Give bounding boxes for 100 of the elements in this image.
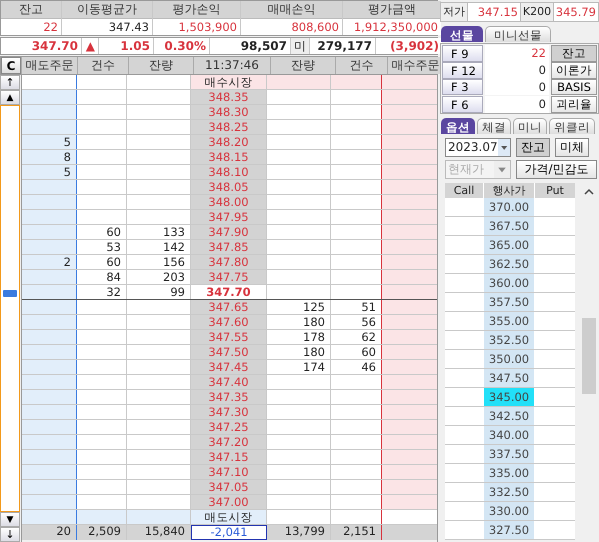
table-cell[interactable] <box>382 270 437 284</box>
table-cell[interactable] <box>22 330 77 344</box>
table-cell[interactable] <box>382 390 437 404</box>
scroll-thumb[interactable] <box>582 318 596 394</box>
table-cell[interactable]: 5 <box>22 165 77 179</box>
table-cell[interactable] <box>22 390 77 404</box>
month-select[interactable]: 2023.07 <box>445 138 511 157</box>
strike-cell[interactable]: 357.50 <box>484 293 534 311</box>
table-cell[interactable] <box>22 225 77 239</box>
table-cell[interactable] <box>382 315 437 329</box>
table-cell[interactable] <box>22 90 77 104</box>
scroll-up-icon[interactable] <box>584 188 594 196</box>
strike-cell[interactable]: 327.50 <box>484 521 534 539</box>
position-marker-icon[interactable] <box>3 290 17 297</box>
table-cell[interactable] <box>22 450 77 464</box>
table-cell[interactable] <box>382 360 437 374</box>
table-cell[interactable] <box>382 435 437 449</box>
table-cell[interactable] <box>22 375 77 389</box>
table-cell[interactable] <box>382 105 437 119</box>
table-cell[interactable] <box>22 360 77 374</box>
table-cell[interactable] <box>382 285 437 299</box>
table-cell[interactable] <box>22 405 77 419</box>
table-cell[interactable] <box>22 195 77 209</box>
table-cell[interactable] <box>382 90 437 104</box>
table-cell[interactable] <box>382 330 437 344</box>
options-tab[interactable]: 옵션 <box>441 118 475 134</box>
price-cell[interactable]: 매도시장 <box>191 510 267 524</box>
futures-tab[interactable]: 미니선물 <box>485 26 551 42</box>
strike-cell[interactable]: 350.00 <box>484 350 534 368</box>
table-cell[interactable] <box>382 375 437 389</box>
table-cell[interactable] <box>382 195 437 209</box>
options-tab[interactable]: 체결 <box>477 118 511 134</box>
strike-cell[interactable]: 360.00 <box>484 274 534 292</box>
strike-cell[interactable]: 340.00 <box>484 426 534 444</box>
balance-button[interactable]: 잔고 <box>516 138 550 157</box>
contract-button[interactable]: F 12 <box>442 62 483 79</box>
price-cell[interactable]: 347.70 <box>191 285 267 299</box>
strike-cell[interactable]: 335.00 <box>484 464 534 482</box>
table-cell[interactable] <box>382 300 437 314</box>
options-tab[interactable]: 위클리 <box>549 118 595 134</box>
contract-button[interactable]: F 6 <box>442 96 483 113</box>
table-cell[interactable] <box>22 420 77 434</box>
contract-button[interactable]: F 9 <box>442 45 483 62</box>
sensitivity-button[interactable]: 가격/민감도 <box>516 160 597 179</box>
table-cell[interactable] <box>382 75 437 89</box>
page-up-button[interactable]: ↑ <box>0 75 20 90</box>
table-cell[interactable] <box>382 465 437 479</box>
table-cell[interactable] <box>382 345 437 359</box>
table-cell[interactable]: 8 <box>22 150 77 164</box>
table-cell[interactable] <box>22 480 77 494</box>
strike-cell[interactable]: 347.50 <box>484 369 534 387</box>
table-cell[interactable] <box>382 450 437 464</box>
table-cell[interactable] <box>22 105 77 119</box>
table-cell[interactable] <box>22 510 77 524</box>
table-cell[interactable] <box>382 135 437 149</box>
strike-cell[interactable]: 332.50 <box>484 483 534 501</box>
table-cell[interactable] <box>382 405 437 419</box>
view-button[interactable]: 이론가 <box>551 62 597 79</box>
table-cell[interactable] <box>382 420 437 434</box>
table-cell[interactable] <box>22 240 77 254</box>
contract-button[interactable]: F 3 <box>442 79 483 95</box>
table-cell[interactable] <box>382 480 437 494</box>
strike-cell[interactable]: 362.50 <box>484 255 534 273</box>
table-cell[interactable] <box>382 240 437 254</box>
price-cell[interactable]: 매수시장 <box>191 75 267 89</box>
table-cell[interactable] <box>382 495 437 509</box>
strike-cell[interactable]: 355.00 <box>484 312 534 330</box>
table-cell[interactable] <box>382 180 437 194</box>
table-cell[interactable] <box>22 210 77 224</box>
table-cell[interactable] <box>22 435 77 449</box>
table-cell[interactable] <box>22 465 77 479</box>
futures-tab[interactable]: 선물 <box>441 26 483 42</box>
strike-cell[interactable]: 345.00 <box>484 388 534 406</box>
table-cell[interactable] <box>382 150 437 164</box>
table-cell[interactable] <box>382 120 437 134</box>
table-cell[interactable] <box>22 75 77 89</box>
table-cell[interactable]: 5 <box>22 135 77 149</box>
table-cell[interactable] <box>382 510 437 524</box>
table-cell[interactable] <box>22 270 77 284</box>
strike-cell[interactable]: 367.50 <box>484 217 534 235</box>
table-cell[interactable] <box>22 120 77 134</box>
table-cell[interactable] <box>22 495 77 509</box>
strike-cell[interactable]: 337.50 <box>484 445 534 463</box>
strike-cell[interactable]: 352.50 <box>484 331 534 349</box>
scroll-up-button[interactable]: ▲ <box>0 90 20 105</box>
table-cell[interactable] <box>22 300 77 314</box>
table-cell[interactable] <box>22 345 77 359</box>
strike-cell[interactable]: 370.00 <box>484 198 534 216</box>
view-button[interactable]: 잔고 <box>551 45 597 62</box>
table-cell[interactable] <box>22 315 77 329</box>
unfilled-button[interactable]: 미체 <box>555 138 589 157</box>
view-button[interactable]: 괴리율 <box>551 96 597 113</box>
table-cell[interactable] <box>382 165 437 179</box>
scroll-down-button[interactable]: ▼ <box>0 512 20 527</box>
strike-cell[interactable]: 342.50 <box>484 407 534 425</box>
view-button[interactable]: BASIS <box>551 79 597 95</box>
table-cell[interactable] <box>382 225 437 239</box>
clear-button[interactable]: C <box>1 57 21 74</box>
table-cell[interactable] <box>382 210 437 224</box>
options-tab[interactable]: 미니 <box>513 118 547 134</box>
